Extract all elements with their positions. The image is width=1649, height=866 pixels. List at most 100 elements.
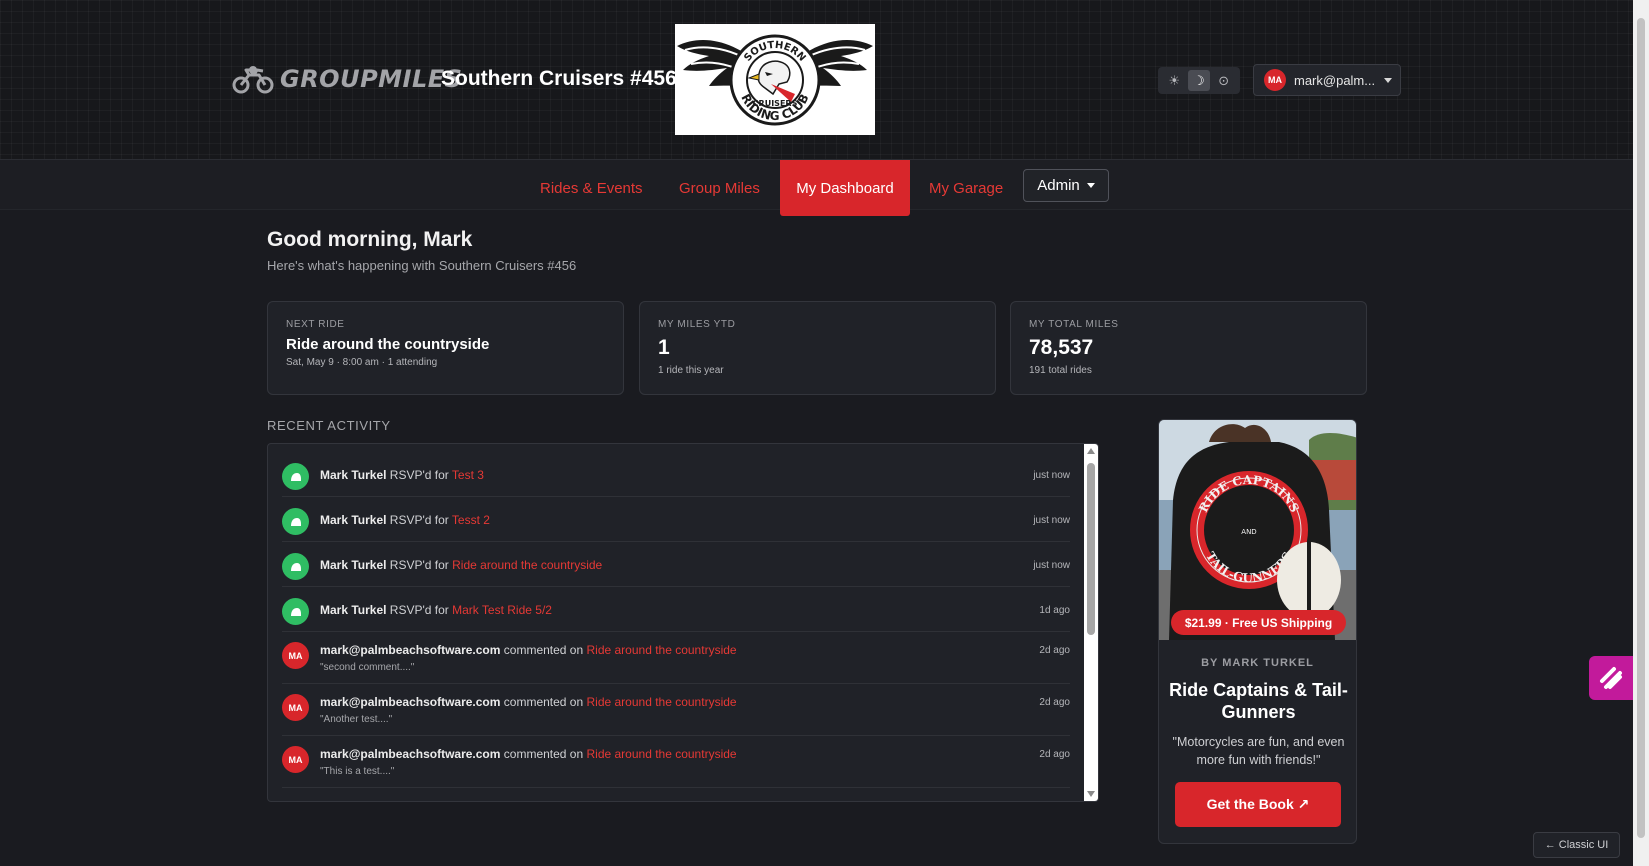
activity-action: RSVP'd for	[386, 603, 453, 617]
helmet-icon	[282, 553, 309, 580]
chat-widget-icon[interactable]	[1589, 656, 1633, 700]
page-scroll-thumb[interactable]	[1637, 18, 1645, 838]
book-promo-card: RIDE CAPTAINS AND TAIL-GUNNERS $21.99 · …	[1158, 419, 1357, 844]
main-nav: Rides & Events Group Miles My Dashboard …	[0, 160, 1633, 216]
activity-text: Mark Turkel RSVP'd for Test 3	[320, 468, 484, 482]
scroll-up-icon[interactable]	[1087, 448, 1095, 454]
activity-time: 1d ago	[1039, 605, 1070, 616]
admin-dropdown[interactable]: Admin	[1023, 169, 1109, 202]
activity-feed: Mark Turkel RSVP'd for Test 3 just now M…	[267, 443, 1099, 802]
motorcycle-icon	[232, 66, 274, 94]
club-logo: SOUTHERN CRUISERS RIDING CLUB	[675, 24, 875, 135]
activity-action: RSVP'd for	[386, 558, 453, 572]
sun-icon[interactable]: ☀	[1163, 70, 1185, 91]
card-label: MY TOTAL MILES	[1029, 319, 1119, 330]
moon-icon[interactable]: ☽	[1187, 70, 1210, 91]
miles-ytd-card: MY MILES YTD 1 1 ride this year	[639, 301, 996, 395]
promo-quote: "Motorcycles are fun, and even more fun …	[1172, 735, 1345, 767]
theme-toggle: ☀ ☽ ⊙	[1158, 67, 1240, 94]
page-scrollbar[interactable]	[1633, 0, 1649, 866]
list-item: MA mark@palmbeachsoftware.com commented …	[282, 684, 1070, 736]
book-promo-image[interactable]: RIDE CAPTAINS AND TAIL-GUNNERS	[1159, 420, 1357, 640]
activity-link[interactable]: Test 3	[452, 468, 484, 482]
scroll-thumb[interactable]	[1087, 463, 1095, 635]
list-item: Mark Turkel RSVP'd for Mark Test Ride 5/…	[282, 587, 1070, 632]
total-miles-value: 78,537	[1029, 336, 1094, 359]
user-email: mark@palm...	[1294, 72, 1376, 88]
activity-icon-partial	[282, 801, 309, 802]
next-ride-title: Ride around the countryside	[286, 336, 490, 353]
chevron-down-icon	[1384, 77, 1392, 83]
list-item: Mark Turkel RSVP'd for Tesst 2 just now	[282, 497, 1070, 542]
list-item: MA mark@palmbeachsoftware.com commented …	[282, 736, 1070, 788]
next-ride-card[interactable]: NEXT RIDE Ride around the countryside Sa…	[267, 301, 624, 395]
activity-actor: mark@palmbeachsoftware.com	[320, 643, 501, 657]
activity-time: 2d ago	[1039, 697, 1070, 708]
next-ride-meta: Sat, May 9 · 8:00 am · 1 attending	[286, 357, 438, 368]
activity-link[interactable]: Tesst 2	[452, 513, 490, 527]
activity-time: just now	[1033, 560, 1070, 571]
promo-title: Ride Captains & Tail-Gunners	[1169, 680, 1348, 722]
activity-text: mark@palmbeachsoftware.com commented on …	[320, 643, 737, 657]
price-badge: $21.99 · Free US Shipping	[1171, 610, 1346, 635]
brand-logo[interactable]: GROUPMILES	[232, 64, 462, 94]
list-item: Mark Turkel RSVP'd for Test 3 just now	[282, 452, 1070, 497]
activity-quote: "second comment...."	[320, 662, 415, 673]
activity-link[interactable]: Ride around the countryside	[586, 643, 736, 657]
helmet-icon	[282, 598, 309, 625]
activity-link[interactable]: Ride around the countryside	[452, 558, 602, 572]
user-menu[interactable]: MA mark@palm...	[1253, 64, 1401, 96]
activity-time: just now	[1033, 470, 1070, 481]
list-item: MA mark@palmbeachsoftware.com commented …	[282, 632, 1070, 684]
promo-author: BY MARK TURKEL	[1201, 657, 1314, 669]
activity-actor: Mark Turkel	[320, 558, 387, 572]
chevron-down-icon	[1086, 183, 1095, 188]
total-miles-card: MY TOTAL MILES 78,537 191 total rides	[1010, 301, 1367, 395]
miles-ytd-sub: 1 ride this year	[658, 365, 724, 376]
activity-actor: Mark Turkel	[320, 513, 387, 527]
system-icon[interactable]: ⊙	[1213, 70, 1235, 91]
activity-link[interactable]: Mark Test Ride 5/2	[452, 603, 552, 617]
activity-scrollbar[interactable]	[1084, 444, 1098, 801]
activity-action: RSVP'd for	[386, 513, 452, 527]
admin-label: Admin	[1037, 177, 1080, 194]
avatar: MA	[282, 642, 309, 669]
page-title: Good morning, Mark	[267, 228, 473, 251]
activity-list: Mark Turkel RSVP'd for Test 3 just now M…	[282, 452, 1070, 788]
avatar: MA	[1264, 69, 1286, 91]
avatar: MA	[282, 746, 309, 773]
nav-my-garage[interactable]: My Garage	[929, 160, 1003, 216]
activity-link[interactable]: Ride around the countryside	[586, 695, 736, 709]
list-item: Mark Turkel RSVP'd for Ride around the c…	[282, 542, 1070, 587]
activity-quote: "This is a test...."	[320, 766, 395, 777]
activity-text: Mark Turkel RSVP'd for Tesst 2	[320, 513, 490, 527]
nav-rides-events[interactable]: Rides & Events	[540, 160, 643, 216]
card-label: NEXT RIDE	[286, 319, 345, 330]
nav-group-miles[interactable]: Group Miles	[679, 160, 760, 216]
scroll-down-icon[interactable]	[1087, 791, 1095, 797]
activity-actor: Mark Turkel	[320, 468, 387, 482]
total-miles-sub: 191 total rides	[1029, 365, 1092, 376]
activity-time: just now	[1033, 515, 1070, 526]
activity-link[interactable]: Ride around the countryside	[586, 747, 736, 761]
get-the-book-button[interactable]: Get the Book ↗	[1175, 782, 1341, 827]
card-label: MY MILES YTD	[658, 319, 736, 330]
classic-ui-button[interactable]: ← Classic UI	[1533, 832, 1620, 858]
activity-time: 2d ago	[1039, 749, 1070, 760]
helmet-icon	[282, 508, 309, 535]
brand-name: GROUPMILES	[280, 65, 463, 93]
nav-my-dashboard[interactable]: My Dashboard	[780, 160, 910, 216]
helmet-icon	[282, 463, 309, 490]
activity-actor: mark@palmbeachsoftware.com	[320, 695, 501, 709]
site-header: GROUPMILES Southern Cruisers #456 SOUTHE…	[0, 0, 1633, 160]
activity-time: 2d ago	[1039, 645, 1070, 656]
activity-actor: Mark Turkel	[320, 603, 387, 617]
activity-text: Mark Turkel RSVP'd for Mark Test Ride 5/…	[320, 603, 552, 617]
club-name: Southern Cruisers #456	[441, 67, 677, 90]
avatar: MA	[282, 694, 309, 721]
miles-ytd-value: 1	[658, 336, 670, 359]
activity-text: Mark Turkel RSVP'd for Ride around the c…	[320, 558, 602, 572]
activity-action: commented on	[500, 643, 587, 657]
activity-action: commented on	[500, 747, 587, 761]
promo-image-middle-text: AND	[1241, 528, 1256, 536]
